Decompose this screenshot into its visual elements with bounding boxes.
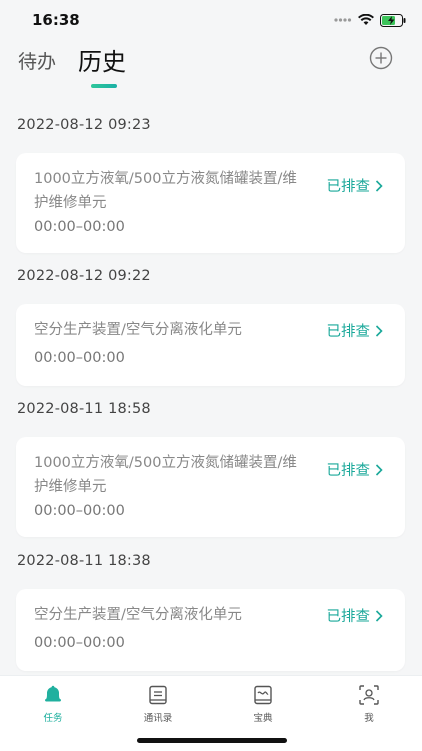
history-list: 2022-08-12 09:23 1000立方液氧/500立方液氮储罐装置/维护… <box>0 100 422 675</box>
group-date: 2022-08-12 09:23 <box>17 117 151 133</box>
tab-todo[interactable]: 待办 <box>18 47 56 74</box>
card-status[interactable]: 已排查 <box>327 459 384 480</box>
contacts-book-icon <box>149 685 167 705</box>
handbook-icon <box>254 685 272 705</box>
nav-item-handbook[interactable]: 宝典 <box>233 684 293 724</box>
chevron-right-icon <box>375 324 383 337</box>
card-title: 空分生产装置/空气分离液化单元 <box>34 607 242 623</box>
battery-charging-icon <box>380 13 406 27</box>
status-label: 已排查 <box>326 609 371 625</box>
history-card[interactable]: 1000立方液氧/500立方液氮储罐装置/维护维修单元 00:00–00:00 … <box>16 153 405 253</box>
nav-label: 宝典 <box>253 713 273 724</box>
card-time: 00:00–00:00 <box>34 350 125 366</box>
nav-label: 我 <box>364 713 374 724</box>
wifi-icon <box>358 14 374 25</box>
status-time: 16:38 <box>32 11 80 29</box>
group-date: 2022-08-12 09:22 <box>17 268 151 284</box>
card-status[interactable]: 已排查 <box>327 175 384 196</box>
card-title: 空分生产装置/空气分离液化单元 <box>34 322 242 338</box>
card-title: 1000立方液氧/500立方液氮储罐装置/维护维修单元 <box>34 455 297 495</box>
nav-label: 任务 <box>43 713 63 724</box>
status-icons <box>334 12 406 28</box>
nav-item-profile[interactable]: 我 <box>339 684 399 724</box>
card-time: 00:00–00:00 <box>34 635 125 651</box>
active-tab-indicator <box>91 84 117 88</box>
card-status[interactable]: 已排查 <box>327 320 384 341</box>
home-indicator[interactable] <box>137 738 287 743</box>
chevron-right-icon <box>375 609 383 622</box>
card-title: 1000立方液氧/500立方液氮储罐装置/维护维修单元 <box>34 171 297 211</box>
tab-history[interactable]: 历史 <box>78 42 126 77</box>
tabs-header: 待办 历史 <box>0 40 422 90</box>
status-label: 已排查 <box>326 179 371 195</box>
status-label: 已排查 <box>326 324 371 340</box>
status-bar: 16:38 <box>0 0 422 40</box>
chevron-right-icon <box>375 463 383 476</box>
bell-icon <box>45 685 61 702</box>
nav-label: 通讯录 <box>143 713 173 724</box>
history-card[interactable]: 1000立方液氧/500立方液氮储罐装置/维护维修单元 00:00–00:00 … <box>16 437 405 537</box>
card-status[interactable]: 已排查 <box>327 605 384 626</box>
nav-item-contacts[interactable]: 通讯录 <box>128 684 188 724</box>
nav-item-tasks[interactable]: 任务 <box>23 684 83 724</box>
group-date: 2022-08-11 18:58 <box>17 401 151 417</box>
cellular-signal-icon <box>334 18 352 22</box>
status-label: 已排查 <box>326 463 371 479</box>
history-card[interactable]: 空分生产装置/空气分离液化单元 00:00–00:00 已排查 <box>16 304 405 386</box>
history-card[interactable]: 空分生产装置/空气分离液化单元 00:00–00:00 已排查 <box>16 589 405 671</box>
plus-circle-icon[interactable] <box>369 46 393 70</box>
card-time: 00:00–00:00 <box>34 503 125 519</box>
card-time: 00:00–00:00 <box>34 219 125 235</box>
group-date: 2022-08-11 18:38 <box>17 553 151 569</box>
chevron-right-icon <box>375 179 383 192</box>
profile-scan-icon <box>359 685 379 705</box>
